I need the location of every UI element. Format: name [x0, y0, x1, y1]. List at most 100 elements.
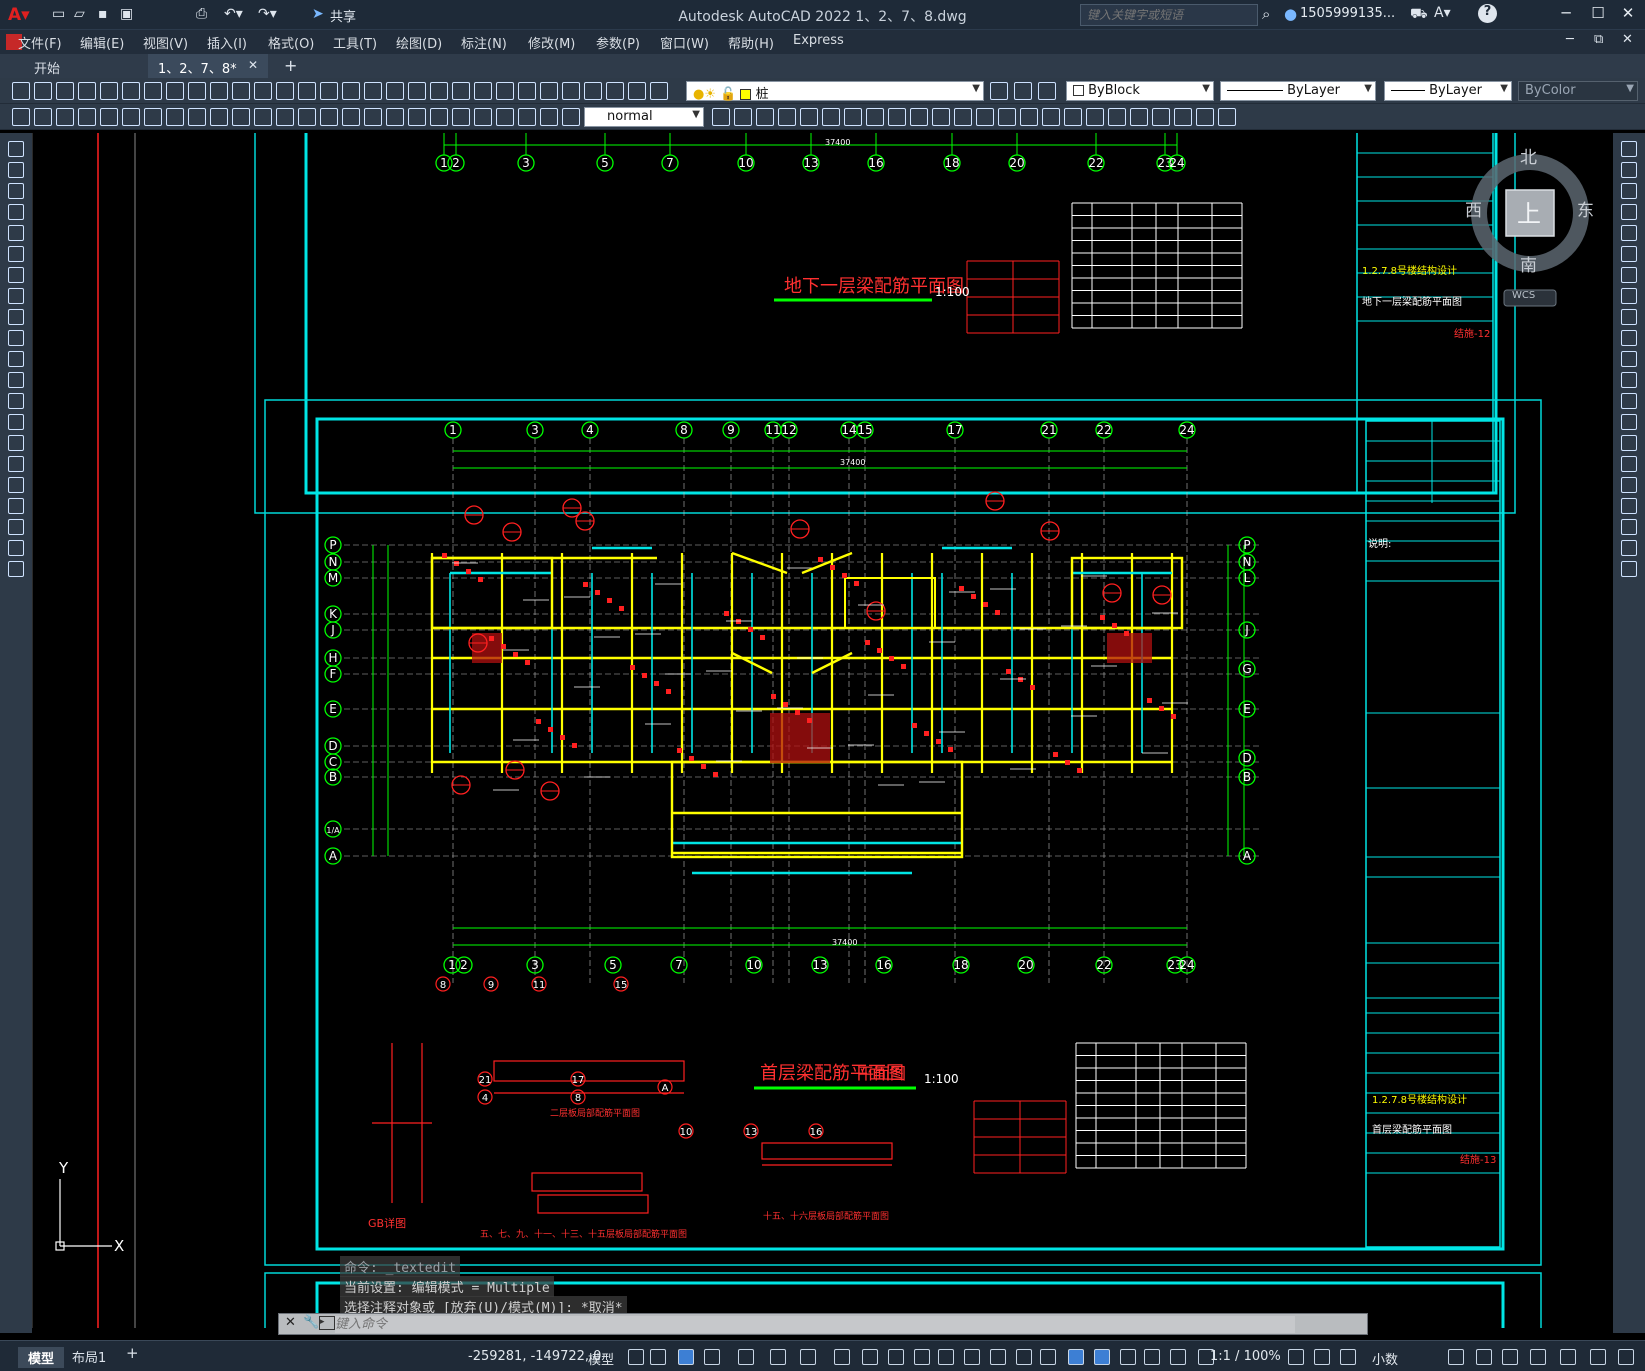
status-tool-8-icon[interactable] — [1590, 1349, 1606, 1365]
right-tools-tool-17-icon[interactable] — [1621, 498, 1637, 514]
standard-tool-8-icon[interactable] — [188, 82, 206, 100]
status-toggle-9-icon[interactable] — [888, 1349, 904, 1365]
standard-tool-24-icon[interactable] — [540, 82, 558, 100]
dim-tool-8-icon[interactable] — [188, 108, 206, 126]
status-toggle-11-icon[interactable] — [938, 1349, 954, 1365]
save-icon[interactable]: ▪ — [98, 6, 108, 24]
standard-tool-11-icon[interactable] — [254, 82, 272, 100]
object-tool-19-icon[interactable] — [1130, 108, 1148, 126]
menu-format[interactable]: 格式(O) — [268, 33, 314, 52]
coordinate-readout[interactable]: -259281, -149722, 0 — [468, 1349, 601, 1364]
status-toggle-3-icon[interactable] — [704, 1349, 720, 1365]
dim-tool-13-icon[interactable] — [298, 108, 316, 126]
left-tools-tool-1-icon[interactable] — [8, 162, 24, 178]
user-icon[interactable]: ● — [1284, 5, 1297, 23]
autodesk-icon[interactable]: A▾ — [1434, 5, 1451, 21]
status-tool-1-icon[interactable] — [1314, 1349, 1330, 1365]
status-tool-3-icon[interactable] — [1448, 1349, 1464, 1365]
status-toggle-7-icon[interactable] — [834, 1349, 850, 1365]
dim-tool-7-icon[interactable] — [166, 108, 184, 126]
standard-tool-21-icon[interactable] — [474, 82, 492, 100]
new-tab-button[interactable]: + — [284, 56, 297, 75]
dim-tool-19-icon[interactable] — [430, 108, 448, 126]
dim-tool-3-icon[interactable] — [78, 108, 96, 126]
left-tools-tool-8-icon[interactable] — [8, 309, 24, 325]
object-tool-23-icon[interactable] — [1218, 108, 1236, 126]
print-icon[interactable]: ⎙ — [196, 6, 207, 24]
left-tools-tool-17-icon[interactable] — [8, 498, 24, 514]
right-tools-tool-4-icon[interactable] — [1621, 225, 1637, 241]
left-tools-tool-11-icon[interactable] — [8, 372, 24, 388]
status-tool-2-icon[interactable] — [1340, 1349, 1356, 1365]
color-combo[interactable]: ByBlock ▼ — [1066, 81, 1214, 101]
menu-dimension[interactable]: 标注(N) — [461, 33, 507, 52]
object-tool-5-icon[interactable] — [822, 108, 840, 126]
right-tools-tool-8-icon[interactable] — [1621, 309, 1637, 325]
command-close-icon[interactable]: ✕ — [285, 1315, 296, 1330]
save-as-icon[interactable]: ▣ — [120, 6, 133, 24]
dim-tool-5-icon[interactable] — [122, 108, 140, 126]
menu-help[interactable]: 帮助(H) — [728, 33, 774, 52]
dim-tool-22-icon[interactable] — [496, 108, 514, 126]
undo-icon[interactable]: ↶▾ — [224, 6, 243, 24]
status-toggle-4-icon[interactable] — [738, 1349, 754, 1365]
command-customize-icon[interactable]: 🔧 — [303, 1315, 319, 1330]
standard-tool-18-icon[interactable] — [408, 82, 426, 100]
object-tool-10-icon[interactable] — [932, 108, 950, 126]
standard-tool-4-icon[interactable] — [100, 82, 118, 100]
object-tool-17-icon[interactable] — [1086, 108, 1104, 126]
drawing-canvas[interactable]: 1 2 3 5 7 10 13 16 18 20 22 23 24 地下一层梁配筋平面图 1:100 1… — [32, 133, 1613, 1328]
standard-tool-15-icon[interactable] — [342, 82, 360, 100]
status-tool-4-icon[interactable] — [1476, 1349, 1492, 1365]
right-tools-tool-5-icon[interactable] — [1621, 246, 1637, 262]
menu-edit[interactable]: 编辑(E) — [80, 33, 124, 52]
tab-start[interactable]: 开始 — [24, 54, 144, 78]
status-toggle-8-icon[interactable] — [862, 1349, 878, 1365]
right-tools-tool-18-icon[interactable] — [1621, 519, 1637, 535]
status-toggle-1-icon[interactable] — [650, 1349, 666, 1365]
right-tools-tool-2-icon[interactable] — [1621, 183, 1637, 199]
new-icon[interactable]: ▭ — [52, 6, 65, 24]
units-selector[interactable]: 小数 — [1372, 1349, 1398, 1368]
menu-insert[interactable]: 插入(I) — [207, 33, 247, 52]
add-layout-button[interactable]: + — [118, 1344, 147, 1362]
right-tools-tool-19-icon[interactable] — [1621, 540, 1637, 556]
standard-tool-20-icon[interactable] — [452, 82, 470, 100]
right-tools-tool-7-icon[interactable] — [1621, 288, 1637, 304]
layer-tools-icon[interactable] — [990, 82, 1008, 100]
text-style-combo[interactable]: normal ▼ — [584, 107, 704, 127]
standard-tool-26-icon[interactable] — [584, 82, 602, 100]
left-tools-tool-19-icon[interactable] — [8, 540, 24, 556]
dim-tool-16-icon[interactable] — [364, 108, 382, 126]
menu-window[interactable]: 窗口(W) — [660, 33, 709, 52]
compass-west[interactable]: 西 — [1465, 196, 1482, 221]
dim-tool-12-icon[interactable] — [276, 108, 294, 126]
standard-tool-0-icon[interactable] — [12, 82, 30, 100]
right-tools-tool-10-icon[interactable] — [1621, 351, 1637, 367]
dim-tool-1-icon[interactable] — [34, 108, 52, 126]
standard-tool-6-icon[interactable] — [144, 82, 162, 100]
left-tools-tool-7-icon[interactable] — [8, 288, 24, 304]
object-tool-18-icon[interactable] — [1108, 108, 1126, 126]
left-tools-tool-16-icon[interactable] — [8, 477, 24, 493]
dim-tool-9-icon[interactable] — [210, 108, 228, 126]
compass-north[interactable]: 北 — [1520, 143, 1537, 168]
left-tools-tool-15-icon[interactable] — [8, 456, 24, 472]
status-toggle-13-icon[interactable] — [990, 1349, 1006, 1365]
standard-tool-27-icon[interactable] — [606, 82, 624, 100]
viewcube-face[interactable]: 上 — [1517, 194, 1541, 229]
search-input[interactable] — [1080, 4, 1258, 26]
share-icon[interactable]: ➤ — [312, 6, 324, 24]
right-tools-tool-16-icon[interactable] — [1621, 477, 1637, 493]
open-icon[interactable]: ▱ — [74, 6, 85, 24]
object-tool-3-icon[interactable] — [778, 108, 796, 126]
drawing-svg[interactable]: 1 2 3 5 7 10 13 16 18 20 22 2324 地下一层梁配筋平面图 1:100 1… — [32, 133, 1613, 1328]
status-toggle-17-icon[interactable] — [1094, 1349, 1110, 1365]
dim-tool-17-icon[interactable] — [386, 108, 404, 126]
status-tool-7-icon[interactable] — [1560, 1349, 1576, 1365]
menu-file[interactable]: 文件(F) — [18, 33, 62, 52]
right-tools-tool-9-icon[interactable] — [1621, 330, 1637, 346]
right-tools-tool-20-icon[interactable] — [1621, 561, 1637, 577]
tab-model[interactable]: 模型 — [18, 1347, 65, 1368]
left-tools-tool-6-icon[interactable] — [8, 267, 24, 283]
